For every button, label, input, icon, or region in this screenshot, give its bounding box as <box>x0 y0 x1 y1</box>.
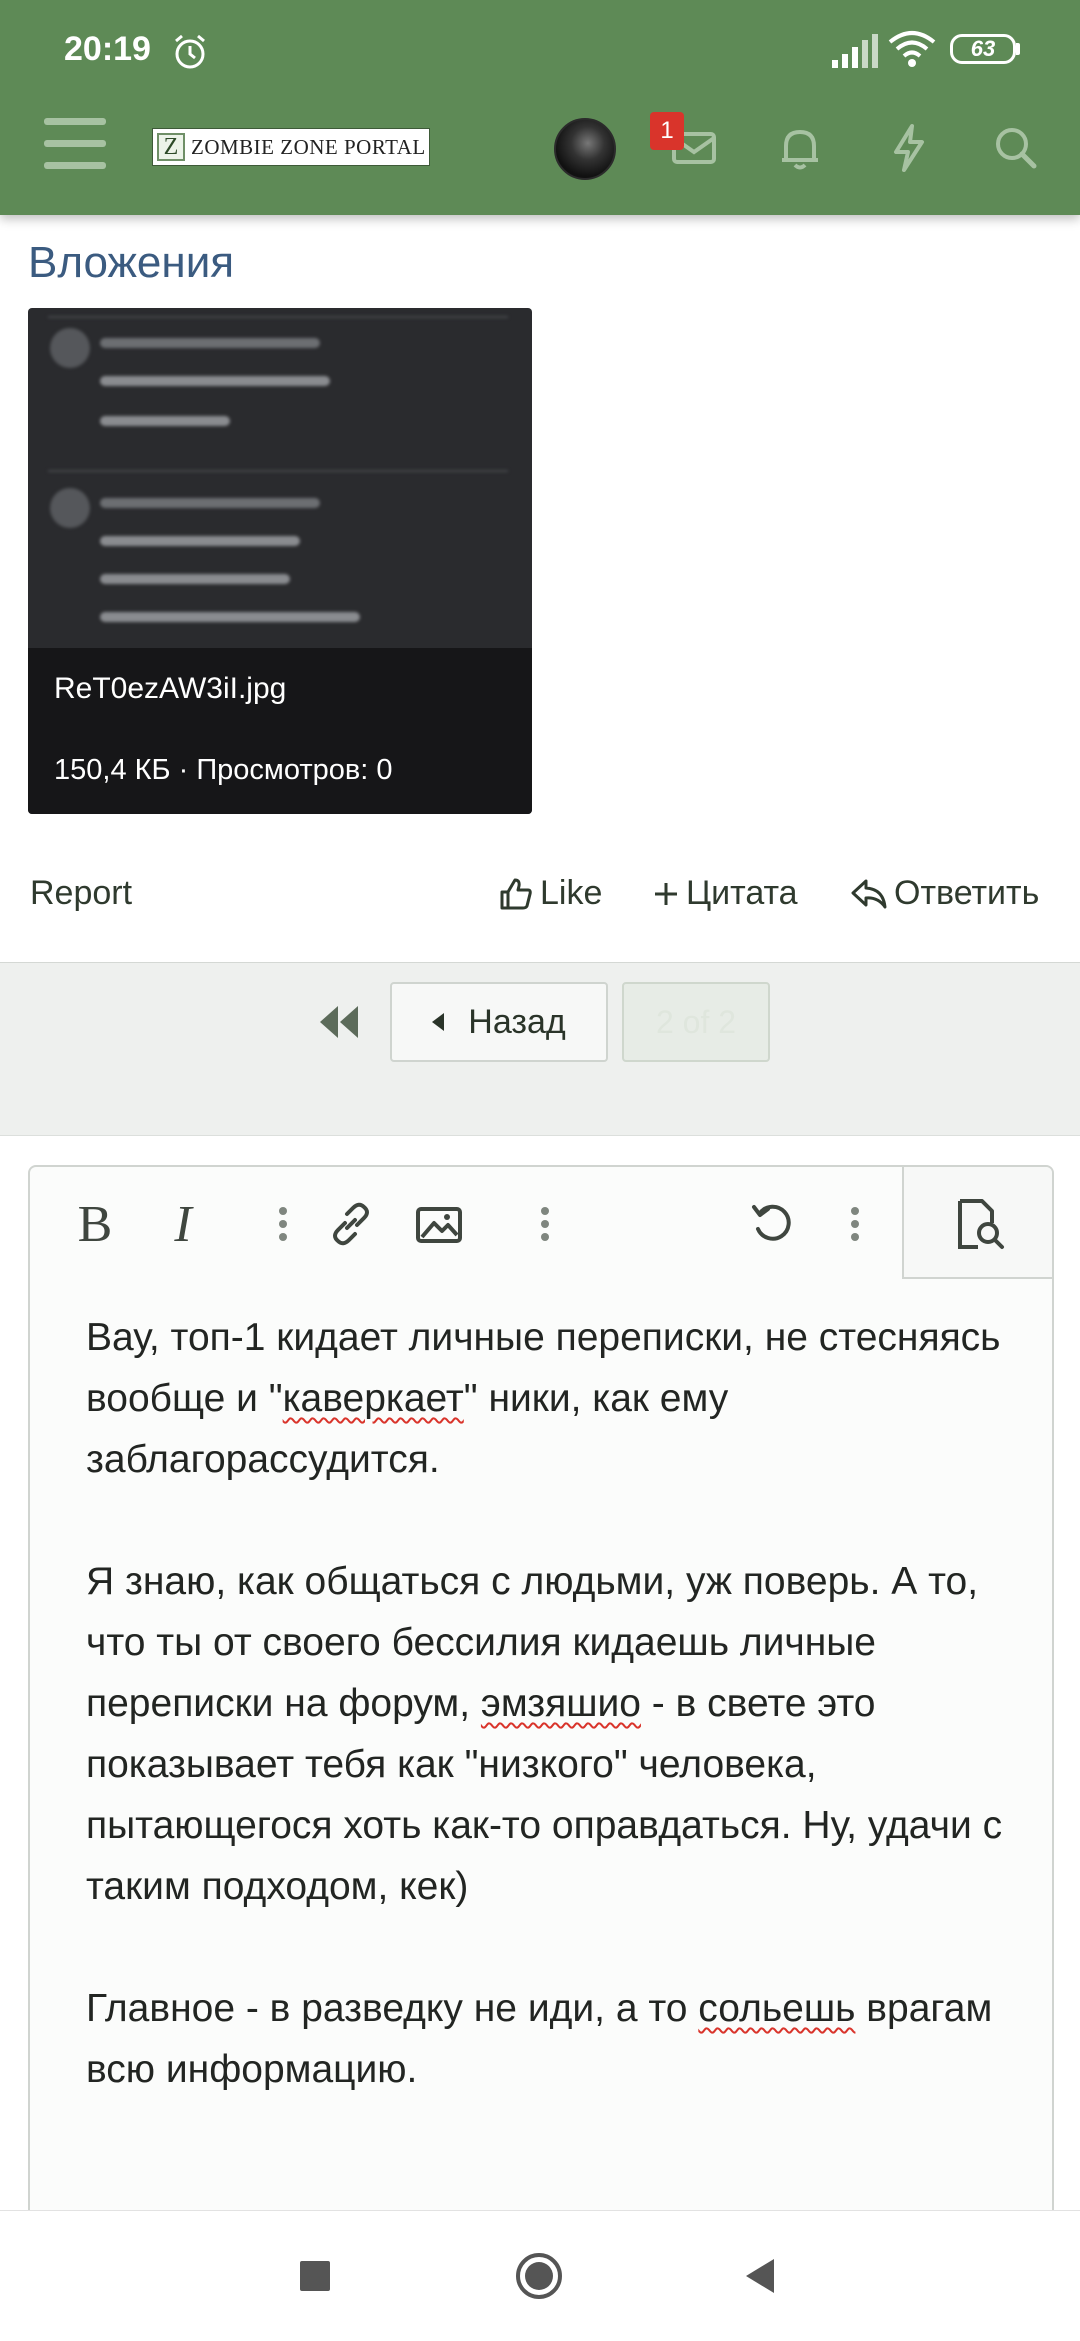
thumbnail-caption: ReT0ezAW3iI.jpg 150,4 КБ · Просмотров: 0 <box>28 648 532 814</box>
like-label: Like <box>540 874 603 912</box>
wifi-icon <box>888 31 936 67</box>
back-button[interactable]: Назад <box>390 982 608 1062</box>
more-actions-icon[interactable] <box>830 1199 880 1249</box>
editor-paragraph-2: Я знаю, как общаться с людьми, уж поверь… <box>86 1560 1003 1908</box>
quote-button[interactable]: Цитата <box>652 874 798 913</box>
editor-paragraph-3: Главное - в разведку не иди, а то сольеш… <box>86 1987 993 2091</box>
italic-icon[interactable]: I <box>158 1196 208 1253</box>
first-page-icon[interactable] <box>314 1000 364 1044</box>
preview-icon <box>958 1199 1004 1249</box>
more-options-icon[interactable] <box>258 1199 308 1249</box>
recents-icon[interactable] <box>290 2251 340 2301</box>
status-bar: 20:19 63 <box>0 0 1080 100</box>
link-icon[interactable] <box>326 1199 376 1249</box>
signal-icon <box>832 34 878 68</box>
site-logo[interactable]: Z ZOMBIE ZONE PORTAL <box>152 128 430 166</box>
lightning-icon[interactable] <box>880 120 936 176</box>
post-actions-bar: Report Like Цитата Ответить <box>0 870 1080 926</box>
preview-button[interactable] <box>902 1167 1052 1279</box>
like-button[interactable]: Like <box>498 874 602 913</box>
reply-icon <box>851 879 887 908</box>
attachments-title: Вложения <box>28 238 235 287</box>
page-indicator: 2 of 2 <box>622 982 770 1062</box>
logo-mark: Z <box>157 133 185 161</box>
back-nav-icon[interactable] <box>736 2251 786 2301</box>
plus-icon <box>655 882 677 905</box>
search-icon[interactable] <box>988 120 1044 176</box>
alarm-icon <box>175 34 205 69</box>
menu-icon[interactable] <box>44 118 106 174</box>
misspelled-word[interactable]: сольешь <box>698 1987 855 2030</box>
app-header: 20:19 63 Z ZOMBIE ZONE PORTAL 1 <box>0 0 1080 215</box>
logo-text: ZOMBIE ZONE PORTAL <box>191 134 426 159</box>
system-nav-bar <box>0 2210 1080 2341</box>
editor-content[interactable]: Вау, топ-1 кидает личные переписки, не с… <box>86 1307 1016 2161</box>
quote-label: Цитата <box>686 874 798 912</box>
battery-nub <box>1016 43 1020 55</box>
reply-button[interactable]: Ответить <box>850 874 1039 913</box>
attachment-thumbnail[interactable]: ReT0ezAW3iI.jpg 150,4 КБ · Просмотров: 0 <box>28 308 532 814</box>
bell-icon[interactable] <box>772 120 828 176</box>
user-avatar[interactable] <box>554 118 616 180</box>
reply-label: Ответить <box>894 874 1040 912</box>
home-icon[interactable] <box>514 2251 564 2301</box>
bold-icon[interactable]: B <box>70 1196 120 1253</box>
misspelled-word[interactable]: эмзяшио <box>481 1682 641 1725</box>
battery-indicator: 63 <box>950 34 1016 64</box>
back-label: Назад <box>468 1002 566 1041</box>
attachment-filename[interactable]: ReT0ezAW3iI.jpg <box>54 672 286 706</box>
attachment-meta: 150,4 КБ · Просмотров: 0 <box>54 754 393 786</box>
thumbnail-image <box>28 308 532 648</box>
undo-icon[interactable] <box>748 1199 798 1249</box>
back-arrow-icon <box>432 1013 445 1031</box>
status-time: 20:19 <box>64 30 151 68</box>
editor-paragraph-1: Вау, топ-1 кидает личные переписки, не с… <box>86 1316 1001 1481</box>
reply-editor[interactable]: B I Вау, топ-1 кидает личные переписки, … <box>28 1165 1054 2340</box>
thumbs-up-icon <box>500 878 532 909</box>
editor-toolbar: B I <box>30 1167 1052 1279</box>
misspelled-word[interactable]: каверкает <box>283 1377 464 1420</box>
inbox-badge: 1 <box>650 112 684 150</box>
report-link[interactable]: Report <box>30 874 132 913</box>
image-icon[interactable] <box>414 1199 464 1249</box>
more-insert-icon[interactable] <box>520 1199 570 1249</box>
